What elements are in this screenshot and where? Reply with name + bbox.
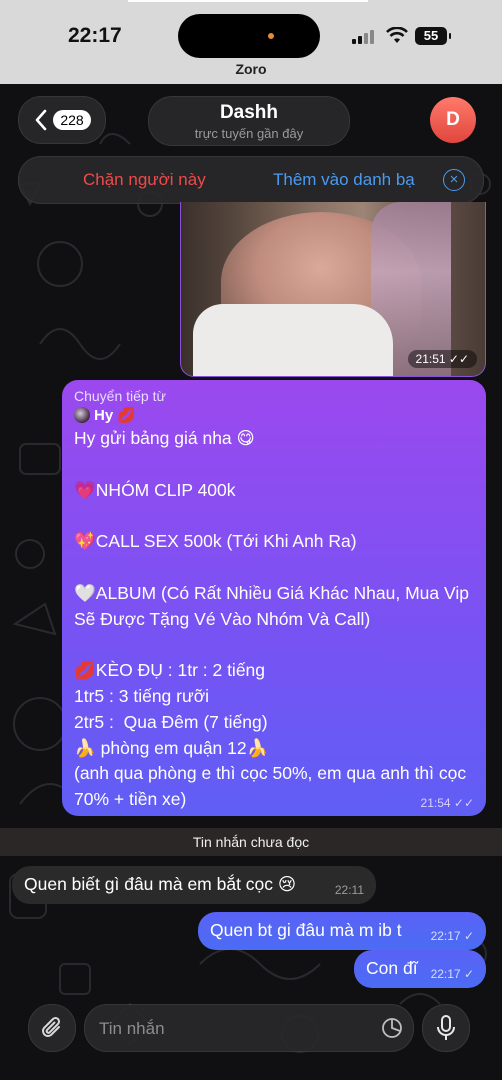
- close-circle-icon[interactable]: ×: [443, 169, 465, 191]
- outgoing-message-bubble[interactable]: Con đĩ 22:17 ✓: [354, 950, 486, 988]
- dynamic-island: [178, 14, 320, 58]
- sticker-icon[interactable]: [381, 1017, 403, 1039]
- message-text: Quen biết gì đâu mà em bắt cọc 😢: [24, 874, 297, 894]
- forwarded-message-text: Hy gửi bảng giá nha 😋 💗NHÓM CLIP 400k 💖C…: [74, 428, 469, 810]
- out1-time-text: 22:17: [430, 929, 461, 943]
- status-bar: 22:17 55 Zoro: [0, 0, 502, 84]
- status-time: 22:17: [68, 24, 122, 47]
- paperclip-icon: [42, 1016, 61, 1037]
- unread-count-badge: 228: [53, 110, 91, 130]
- check-icon: ✓: [463, 929, 474, 943]
- forwarded-from[interactable]: Hy 💋: [74, 406, 474, 424]
- forwarded-time-text: 21:54: [420, 796, 451, 810]
- signal-icon: [352, 30, 376, 44]
- message-time: 22:17 ✓: [431, 929, 474, 943]
- wifi-icon: [386, 27, 408, 43]
- unknown-contact-action-bar: Chặn người này Thêm vào danh bạ ×: [18, 156, 484, 204]
- unread-messages-separator: Tin nhắn chưa đọc: [0, 828, 502, 856]
- block-user-button[interactable]: Chặn người này: [83, 170, 206, 190]
- message-time: 21:54 ✓✓: [421, 796, 474, 810]
- battery-indicator: 55: [415, 27, 451, 45]
- chevron-left-icon: [35, 109, 47, 135]
- outgoing-message-bubble[interactable]: Quen bt gi đâu mà m ib t 22:17 ✓: [198, 912, 486, 950]
- double-check-icon: ✓✓: [448, 352, 469, 366]
- message-time: 22:17 ✓: [431, 967, 474, 981]
- contact-status: trực tuyến gần đây: [194, 126, 304, 141]
- privacy-indicator: [268, 33, 274, 39]
- add-to-contacts-button[interactable]: Thêm vào danh bạ: [273, 170, 415, 190]
- attach-button[interactable]: [28, 1004, 76, 1052]
- message-time: 21:51 ✓✓: [407, 350, 477, 368]
- status-app-label: Zoro: [235, 61, 267, 77]
- message-input-container: [84, 1004, 414, 1053]
- screen-recording-indicator: [128, 0, 368, 2]
- forward-source-name: Hy 💋: [94, 407, 137, 424]
- microphone-button[interactable]: [422, 1004, 470, 1052]
- chat-title[interactable]: Dashh trực tuyến gần đây: [148, 96, 350, 146]
- contact-avatar[interactable]: D: [430, 97, 476, 143]
- message-time: 22:11: [334, 883, 364, 897]
- check-icon: ✓: [463, 967, 474, 981]
- message-input[interactable]: [97, 1005, 371, 1053]
- forwarded-message-bubble[interactable]: Chuyển tiếp từ Hy 💋 Hy gửi bảng giá nha …: [62, 380, 486, 816]
- contact-name: Dashh: [219, 102, 279, 123]
- out2-time-text: 22:17: [430, 967, 461, 981]
- photo-message[interactable]: 21:51 ✓✓: [180, 202, 486, 377]
- photo-content-top: [193, 304, 393, 376]
- forwarded-label: Chuyển tiếp từ: [74, 388, 166, 404]
- microphone-icon: [437, 1015, 455, 1040]
- double-check-icon: ✓✓: [453, 796, 474, 810]
- back-button[interactable]: 228: [18, 96, 106, 144]
- photo-time-text: 21:51: [415, 352, 446, 366]
- forward-source-avatar: [74, 407, 90, 423]
- incoming-message-bubble[interactable]: Quen biết gì đâu mà em bắt cọc 😢 22:11: [12, 866, 376, 904]
